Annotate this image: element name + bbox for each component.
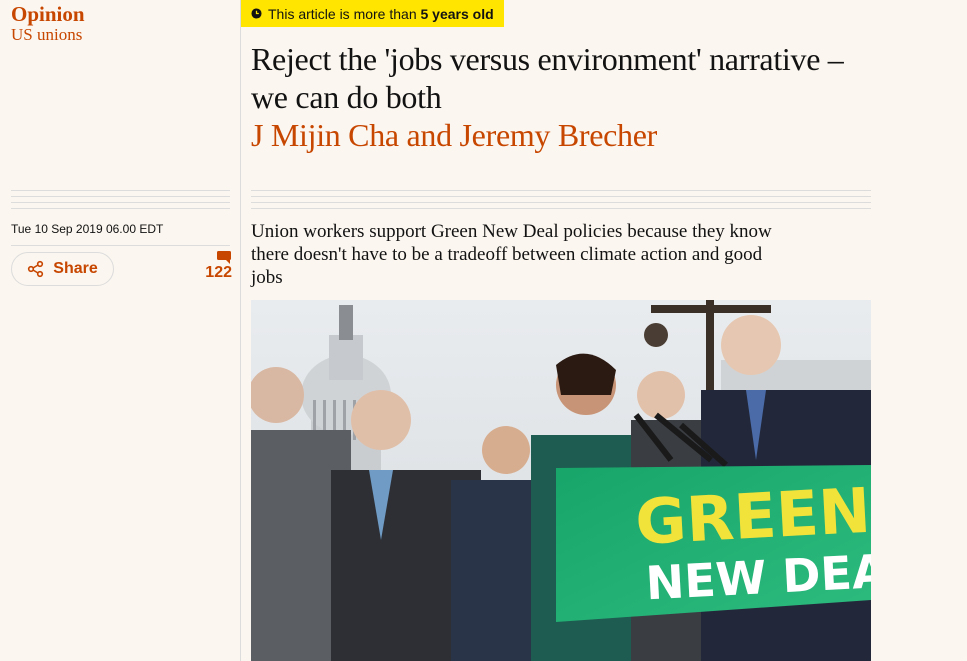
main-photo: GREEN NEW DEAL	[251, 300, 871, 661]
age-warning-prefix: This article is more than	[268, 5, 421, 22]
article-age-warning: This article is more than 5 years old	[241, 0, 504, 27]
age-warning-emphasis: 5 years old	[420, 5, 494, 22]
comment-count: 122	[205, 264, 232, 281]
clock-icon	[251, 8, 262, 19]
meta-divider	[11, 245, 230, 246]
byline[interactable]: J Mijin Cha and Jeremy Brecher	[251, 116, 851, 154]
meta-rule-divider	[11, 190, 230, 214]
section-label[interactable]: Opinion	[11, 3, 230, 25]
comments-link[interactable]: 122	[200, 250, 232, 282]
share-button[interactable]: Share	[11, 252, 114, 286]
standfirst: Union workers support Green New Deal pol…	[251, 221, 772, 288]
green-new-deal-sign: GREEN NEW DEAL	[556, 465, 871, 622]
article-headline: Reject the 'jobs versus environment' nar…	[251, 40, 851, 154]
headline-text: Reject the 'jobs versus environment' nar…	[251, 41, 844, 115]
column-divider	[240, 0, 241, 661]
series-label[interactable]: US unions	[11, 25, 230, 45]
headline-rule-divider	[251, 190, 871, 214]
share-icon	[28, 260, 44, 278]
share-label: Share	[53, 260, 98, 277]
comment-icon	[217, 251, 231, 264]
dateline: Tue 10 Sep 2019 06.00 EDT	[11, 222, 164, 236]
article-meta-column: Opinion US unions	[11, 0, 230, 45]
